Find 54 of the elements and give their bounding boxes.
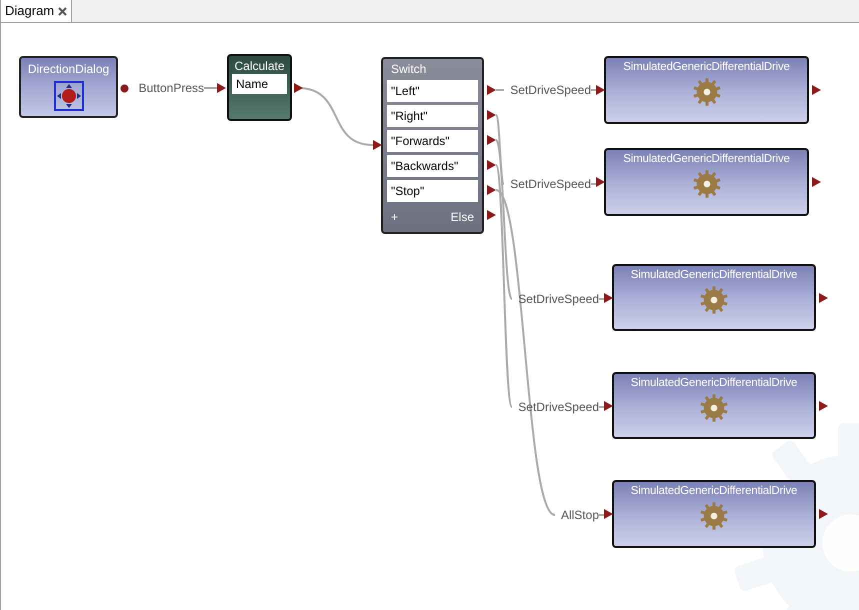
port-arrow-icon bbox=[596, 177, 605, 187]
case-field[interactable]: "Forwards" bbox=[387, 130, 478, 152]
port-arrow-icon bbox=[819, 400, 828, 410]
node-title: SimulatedGenericDifferentialDrive bbox=[623, 60, 790, 74]
gear-icon bbox=[699, 501, 729, 532]
node-title: Switch bbox=[390, 62, 428, 77]
gear-icon bbox=[692, 169, 722, 200]
port-arrow-icon bbox=[373, 140, 382, 150]
port-arrow-icon bbox=[596, 85, 605, 95]
case-field[interactable]: "Backwards" bbox=[387, 155, 478, 177]
port-arrow-icon bbox=[217, 83, 226, 93]
switch-node[interactable]: Switch "Left" "Right" "Forwards" "Backwards" "Stop" + Else bbox=[381, 57, 484, 234]
message-label: SetDriveSpeed bbox=[517, 401, 599, 413]
message-label: SetDriveSpeed bbox=[509, 84, 591, 96]
gear-icon bbox=[699, 393, 729, 424]
connector-line bbox=[204, 87, 219, 89]
close-icon[interactable] bbox=[58, 6, 68, 16]
port-arrow-icon bbox=[604, 292, 613, 302]
node-title: SimulatedGenericDifferentialDrive bbox=[623, 152, 790, 166]
port-arrow-icon bbox=[487, 135, 496, 145]
port-dot-icon bbox=[120, 84, 129, 93]
case-field[interactable]: "Stop" bbox=[387, 180, 478, 202]
else-label: Else bbox=[450, 209, 474, 226]
node-title: SimulatedGenericDifferentialDrive bbox=[630, 268, 798, 282]
port-arrow-icon bbox=[487, 185, 496, 195]
port-arrow-icon bbox=[812, 85, 821, 95]
port-arrow-icon bbox=[487, 110, 496, 120]
gear-icon bbox=[699, 285, 729, 316]
case-field[interactable]: "Right" bbox=[387, 105, 478, 127]
port-arrow-icon bbox=[294, 83, 303, 93]
message-label: SetDriveSpeed bbox=[517, 293, 599, 305]
connector-line bbox=[496, 89, 504, 91]
diagram-tab[interactable]: Diagram bbox=[0, 0, 72, 22]
message-label: SetDriveSpeed bbox=[509, 178, 591, 190]
port-arrow-icon bbox=[487, 210, 496, 220]
message-label: AllStop bbox=[560, 509, 599, 521]
port-arrow-icon bbox=[819, 509, 828, 519]
port-arrow-icon bbox=[819, 292, 828, 302]
node-title: DirectionDialog bbox=[28, 62, 110, 77]
direction-pad-icon bbox=[54, 81, 84, 111]
calculate-node[interactable]: Calculate Name bbox=[227, 54, 292, 121]
node-title: SimulatedGenericDifferentialDrive bbox=[630, 484, 798, 498]
add-case-button[interactable]: + bbox=[391, 208, 398, 226]
case-field[interactable]: "Left" bbox=[387, 80, 478, 102]
port-arrow-icon bbox=[487, 85, 496, 95]
port-arrow-icon bbox=[604, 400, 613, 410]
port-arrow-icon bbox=[487, 160, 496, 170]
node-title: Calculate bbox=[233, 59, 286, 74]
port-arrow-icon bbox=[812, 177, 821, 187]
node-title: SimulatedGenericDifferentialDrive bbox=[630, 376, 798, 390]
port-arrow-icon bbox=[604, 509, 613, 519]
expression-field[interactable]: Name bbox=[232, 74, 287, 94]
message-label: ButtonPress bbox=[138, 82, 204, 94]
gear-icon bbox=[692, 77, 722, 108]
